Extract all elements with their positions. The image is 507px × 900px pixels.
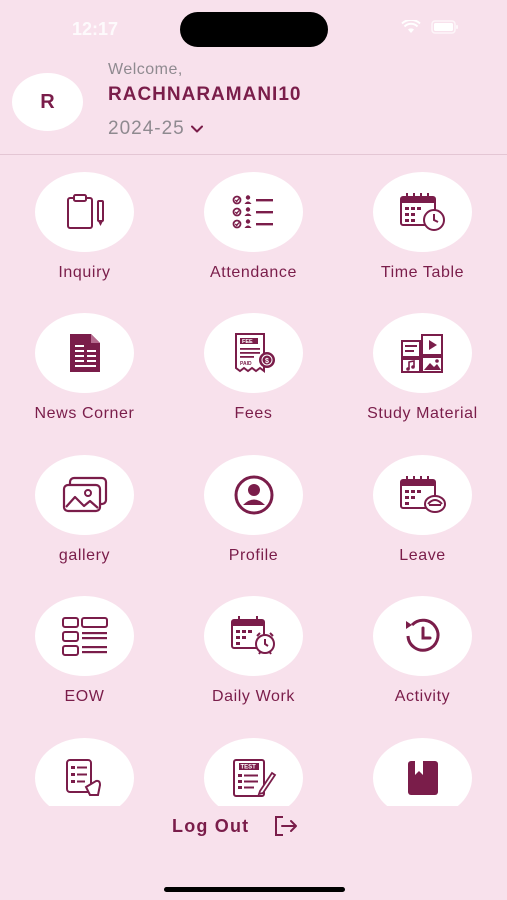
menu-item-label: Study Material	[367, 405, 478, 422]
menu-item-time-table[interactable]: Time Table	[338, 171, 507, 291]
menu-item-activity[interactable]: Activity	[338, 595, 507, 715]
status-icons	[401, 20, 459, 34]
calendar-clock-icon	[399, 193, 445, 231]
battery-icon	[431, 20, 458, 34]
menu-item-attendance[interactable]: Attendance	[169, 171, 338, 291]
document-icon	[69, 334, 100, 372]
logout-icon	[275, 816, 298, 836]
menu-item-test[interactable]: TEST	[169, 737, 338, 806]
menu-item-gallery[interactable]: gallery	[0, 454, 169, 574]
menu-grid: Inquiry Attendance Time Table News Corne…	[0, 171, 507, 806]
menu-icon-circle	[35, 455, 134, 535]
menu-item-label: Daily Work	[211, 688, 296, 705]
menu-icon-circle	[35, 172, 134, 252]
menu-item-daily-work[interactable]: Daily Work	[169, 595, 338, 715]
menu-item-label: EOW	[64, 688, 105, 705]
menu-item-label: Inquiry	[58, 264, 111, 281]
menu-icon-circle	[373, 313, 472, 393]
menu-icon-circle	[204, 172, 303, 252]
fee-receipt-icon: FEE PAID $	[234, 333, 275, 373]
menu-icon-circle	[373, 738, 472, 806]
menu-icon-circle	[373, 172, 472, 252]
menu-icon-circle	[35, 313, 134, 393]
academic-year-value: 2024-25	[108, 118, 185, 139]
status-time: 12:17	[72, 19, 119, 39]
menu-item-label: gallery	[58, 547, 111, 564]
calendar-leave-icon	[399, 476, 446, 513]
user-profile-icon	[234, 475, 273, 515]
menu-item-label: Leave	[399, 547, 446, 564]
logout-button[interactable]: Log Out	[172, 815, 299, 837]
bookmark-book-icon	[407, 761, 438, 795]
menu-icon-circle	[373, 596, 472, 676]
clipboard-icon	[66, 194, 104, 229]
avatar[interactable]: R	[12, 73, 83, 131]
test-paper-icon: TEST	[232, 759, 276, 797]
svg-text:FEE: FEE	[242, 339, 253, 345]
menu-item-label: Fees	[234, 405, 273, 422]
menu-icon-circle	[373, 455, 472, 535]
menu-item-label: Attendance	[210, 264, 297, 281]
logout-label: Log Out	[172, 815, 250, 836]
media-files-icon	[400, 334, 443, 373]
history-clock-icon	[405, 618, 439, 652]
chevron-down-icon	[190, 125, 203, 133]
list-layout-icon	[61, 617, 108, 656]
menu-item-tablet-checklist[interactable]	[0, 737, 169, 806]
menu-icon-circle	[204, 596, 303, 676]
menu-icon-circle	[204, 455, 303, 535]
menu-item-leave[interactable]: Leave	[338, 454, 507, 574]
menu-item-label: Profile	[228, 547, 279, 564]
welcome-text: Welcome,	[108, 61, 183, 78]
menu-icon-circle	[35, 738, 134, 806]
header-divider	[0, 154, 507, 155]
menu-icon-circle	[35, 596, 134, 676]
tablet-checklist-icon	[65, 759, 101, 796]
menu-item-inquiry[interactable]: Inquiry	[0, 171, 169, 291]
svg-text:PAID: PAID	[240, 361, 252, 367]
menu-item-study-material[interactable]: Study Material	[338, 312, 507, 432]
menu-item-label: Activity	[394, 688, 451, 705]
dynamic-island	[180, 12, 328, 47]
menu-item-fees[interactable]: FEE PAID $ Fees	[169, 312, 338, 432]
menu-item-label: Time Table	[380, 264, 465, 281]
wifi-icon	[401, 20, 421, 33]
status-bar: 12:17	[0, 0, 507, 58]
menu-item-news-corner[interactable]: News Corner	[0, 312, 169, 432]
username: RACHNARAMANI10	[108, 84, 302, 105]
menu-item-book[interactable]	[338, 737, 507, 806]
header: R Welcome, RACHNARAMANI10 2024-25	[0, 58, 507, 154]
menu-icon-circle: TEST	[204, 738, 303, 806]
menu-icon-circle: FEE PAID $	[204, 313, 303, 393]
academic-year-dropdown[interactable]: 2024-25	[108, 118, 203, 140]
attendance-checklist-icon	[232, 195, 273, 229]
home-indicator[interactable]	[164, 887, 345, 892]
menu-item-eow[interactable]: EOW	[0, 595, 169, 715]
photo-gallery-icon	[62, 476, 107, 513]
calendar-alarm-icon	[230, 616, 275, 655]
svg-text:$: $	[265, 358, 269, 365]
menu-item-label: News Corner	[34, 405, 135, 422]
svg-text:TEST: TEST	[240, 765, 256, 771]
menu-item-profile[interactable]: Profile	[169, 454, 338, 574]
avatar-initial: R	[40, 90, 55, 113]
